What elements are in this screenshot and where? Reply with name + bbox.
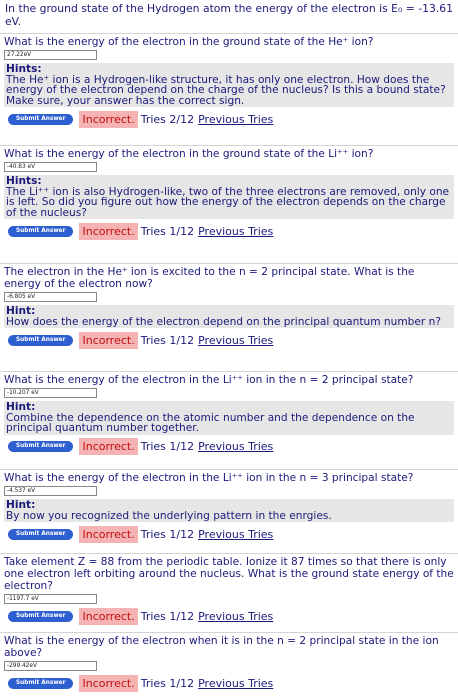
hint-box: Hints: The He⁺ ion is a Hydrogen-like st… xyxy=(4,63,454,107)
hint-text: By now you recognized the underlying pat… xyxy=(6,509,332,522)
answer-input[interactable]: -299.42eV xyxy=(4,661,97,671)
answer-input[interactable]: 27.22eV xyxy=(4,50,97,60)
status-incorrect: Incorrect. xyxy=(79,331,138,349)
status-incorrect: Incorrect. xyxy=(79,222,138,240)
submit-row: Submit Answer Incorrect. Tries 1/12 Prev… xyxy=(4,607,454,625)
question-block-4: What is the energy of the electron in th… xyxy=(0,371,458,456)
previous-tries-link[interactable]: Previous Tries xyxy=(198,611,273,622)
question-block-3: The electron in the He⁺ ion is excited t… xyxy=(0,263,458,349)
status-incorrect: Incorrect. xyxy=(79,674,138,692)
hint-box: Hints: The Li⁺⁺ ion is also Hydrogen-lik… xyxy=(4,175,454,219)
hint-text: How does the energy of the electron depe… xyxy=(6,315,441,328)
question-text: The electron in the He⁺ ion is excited t… xyxy=(4,266,415,290)
submit-answer-button[interactable]: Submit Answer xyxy=(8,677,74,689)
hint-title: Hints: xyxy=(6,175,42,187)
answer-input[interactable]: -1197.7 eV xyxy=(4,594,97,604)
question-block-5: What is the energy of the electron in th… xyxy=(0,469,458,543)
question-block-1: What is the energy of the electron in th… xyxy=(0,33,458,128)
previous-tries-link[interactable]: Previous Tries xyxy=(198,529,273,540)
tries-count: Tries 1/12 xyxy=(140,609,195,623)
submit-row: Submit Answer Incorrect. Tries 1/12 Prev… xyxy=(4,331,454,349)
submit-row: Submit Answer Incorrect. Tries 1/12 Prev… xyxy=(4,438,454,456)
status-incorrect: Incorrect. xyxy=(79,110,138,128)
submit-answer-button[interactable]: Submit Answer xyxy=(8,225,74,237)
hint-title: Hint: xyxy=(6,401,36,413)
submit-answer-button[interactable]: Submit Answer xyxy=(8,610,74,622)
tries-count: Tries 1/12 xyxy=(140,333,195,347)
submit-answer-button[interactable]: Submit Answer xyxy=(8,441,74,452)
hint-box: Hint: How does the energy of the electro… xyxy=(4,305,454,328)
status-incorrect: Incorrect. xyxy=(79,438,138,455)
submit-row: Submit Answer Incorrect. Tries 2/12 Prev… xyxy=(4,110,454,128)
question-text: Take element Z = 88 from the periodic ta… xyxy=(4,556,454,592)
question-block-6: Take element Z = 88 from the periodic ta… xyxy=(0,553,458,625)
submit-answer-button[interactable]: Submit Answer xyxy=(8,113,74,125)
question-block-7: What is the energy of the electron when … xyxy=(0,632,458,692)
tries-count: Tries 1/12 xyxy=(140,527,195,541)
previous-tries-link[interactable]: Previous Tries xyxy=(198,114,273,125)
answer-input[interactable]: -10.207 eV xyxy=(4,388,97,398)
question-block-2: What is the energy of the electron in th… xyxy=(0,145,458,240)
tries-count: Tries 1/12 xyxy=(140,440,195,453)
previous-tries-link[interactable]: Previous Tries xyxy=(198,226,273,237)
hint-box: Hint: Combine the dependence on the atom… xyxy=(4,401,454,435)
question-text: What is the energy of the electron in th… xyxy=(4,36,374,48)
hint-box: Hint: By now you recognized the underlyi… xyxy=(4,499,454,522)
hint-text: The He⁺ ion is a Hydrogen-like structure… xyxy=(6,73,446,107)
submit-row: Submit Answer Incorrect. Tries 1/12 Prev… xyxy=(4,222,454,240)
hint-title: Hint: xyxy=(6,305,36,317)
question-text: What is the energy of the electron in th… xyxy=(4,472,414,484)
hint-title: Hint: xyxy=(6,499,36,511)
answer-input[interactable]: -4.537 eV xyxy=(4,486,97,496)
answer-input[interactable]: -6.805 eV xyxy=(4,292,97,302)
previous-tries-link[interactable]: Previous Tries xyxy=(198,678,273,689)
status-incorrect: Incorrect. xyxy=(79,525,138,543)
previous-tries-link[interactable]: Previous Tries xyxy=(198,441,273,452)
answer-input[interactable]: -40.83 eV xyxy=(4,162,97,172)
hint-title: Hints: xyxy=(6,63,42,75)
problem-intro: In the ground state of the Hydrogen atom… xyxy=(5,2,454,28)
tries-count: Tries 1/12 xyxy=(140,676,195,690)
question-text: What is the energy of the electron when … xyxy=(4,635,439,659)
submit-answer-button[interactable]: Submit Answer xyxy=(8,528,74,540)
tries-count: Tries 1/12 xyxy=(140,224,195,238)
tries-count: Tries 2/12 xyxy=(140,112,195,126)
status-incorrect: Incorrect. xyxy=(79,607,138,625)
submit-row: Submit Answer Incorrect. Tries 1/12 Prev… xyxy=(4,674,454,692)
hint-text: Combine the dependence on the atomic num… xyxy=(6,411,415,434)
submit-row: Submit Answer Incorrect. Tries 1/12 Prev… xyxy=(4,525,454,543)
question-text: What is the energy of the electron in th… xyxy=(4,374,414,386)
previous-tries-link[interactable]: Previous Tries xyxy=(198,335,273,346)
hint-text: The Li⁺⁺ ion is also Hydrogen-like, two … xyxy=(6,185,450,219)
question-text: What is the energy of the electron in th… xyxy=(4,148,374,160)
submit-answer-button[interactable]: Submit Answer xyxy=(8,334,74,346)
